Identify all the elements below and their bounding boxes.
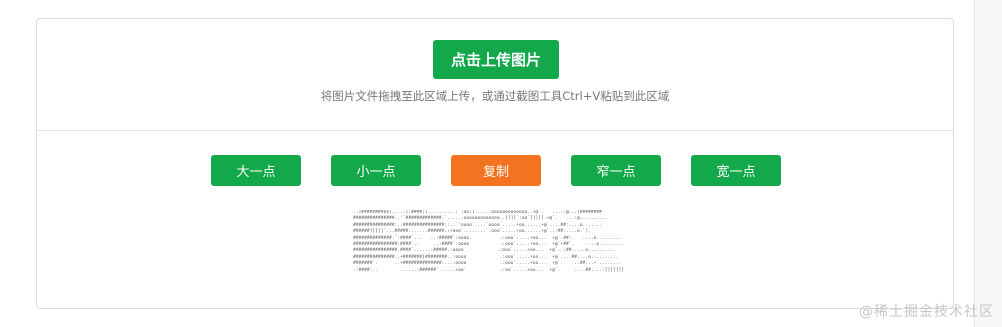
- ascii-art-output: ..]########$$]....:]:####;]..........;`:…: [353, 210, 625, 273]
- action-button-row: 大一点 小一点 复制 窄一点 宽一点: [211, 155, 781, 186]
- smaller-button[interactable]: 小一点: [331, 155, 421, 186]
- tool-card: 点击上传图片 将图片文件拖拽至此区域上传，或通过截图工具Ctrl+V粘贴到此区域…: [36, 18, 954, 309]
- copy-button[interactable]: 复制: [451, 155, 541, 186]
- watermark: @稀土掘金技术社区: [859, 304, 994, 320]
- upload-drop-zone[interactable]: 点击上传图片 将图片文件拖拽至此区域上传，或通过截图工具Ctrl+V粘贴到此区域: [37, 19, 953, 131]
- narrower-button[interactable]: 窄一点: [571, 155, 661, 186]
- upload-image-button[interactable]: 点击上传图片: [433, 40, 559, 79]
- upload-hint: 将图片文件拖拽至此区域上传，或通过截图工具Ctrl+V粘贴到此区域: [320, 89, 670, 103]
- bigger-button[interactable]: 大一点: [211, 155, 301, 186]
- page-scrollbar[interactable]: [974, 0, 1002, 327]
- wider-button[interactable]: 宽一点: [691, 155, 781, 186]
